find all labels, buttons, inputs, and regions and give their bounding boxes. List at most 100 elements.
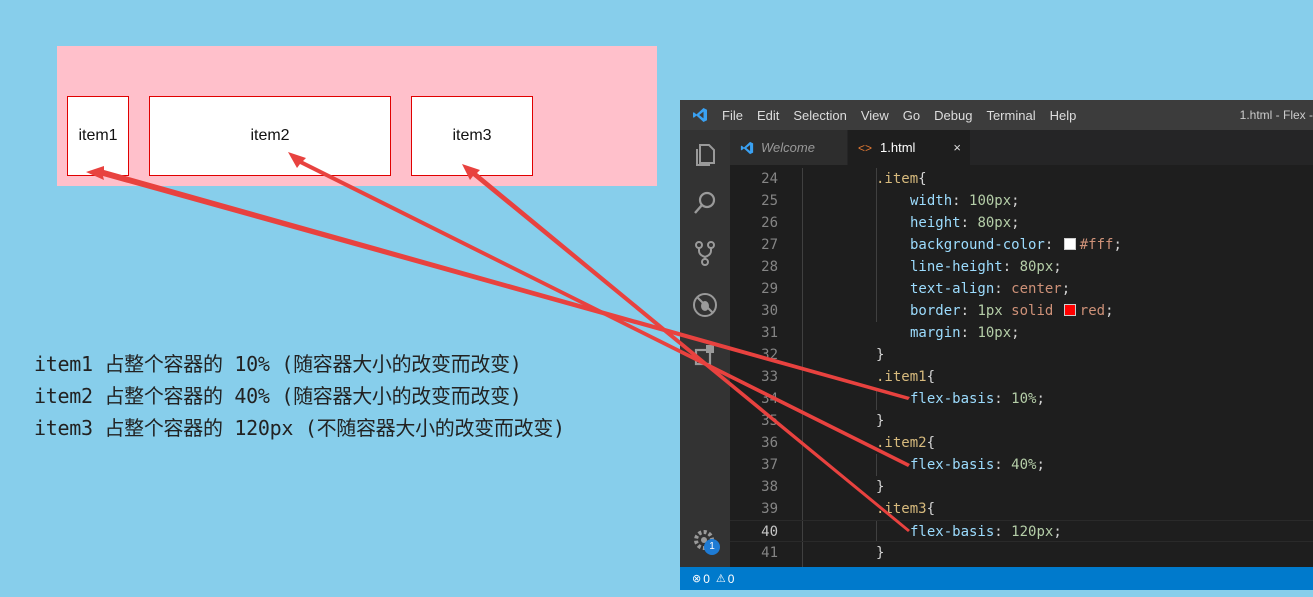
code-line: 39 .item3{: [730, 498, 1313, 520]
css-value: 1px: [977, 303, 1003, 319]
code-line: 27 background-color: #fff;: [730, 234, 1313, 256]
brace: }: [876, 545, 885, 561]
code-line: 34 flex-basis: 10%;: [730, 388, 1313, 410]
css-property: flex-basis: [910, 524, 995, 540]
code-line: 29 text-align: center;: [730, 278, 1313, 300]
source-control-icon[interactable]: [692, 240, 718, 266]
extensions-icon[interactable]: [692, 342, 718, 368]
line-number: 24: [761, 171, 778, 187]
line-number: 25: [761, 193, 778, 209]
demo-item1: item1: [67, 96, 129, 176]
css-value: 10px: [977, 325, 1012, 341]
tab-bar: Welcome <> 1.html ×: [730, 130, 1313, 165]
css-property: text-align: [910, 281, 995, 297]
css-property: background-color: [910, 237, 1045, 253]
line-number: 40: [761, 524, 778, 540]
line-number: 38: [761, 479, 778, 495]
brace: {: [926, 369, 936, 385]
css-value: 40%: [1011, 457, 1037, 473]
line-number: 35: [761, 413, 778, 429]
warning-count[interactable]: 0: [728, 572, 735, 586]
css-property: height: [910, 215, 961, 231]
line-number: 28: [761, 259, 778, 275]
notes: item1 占整个容器的 10% (随容器大小的改变而改变) item2 占整个…: [34, 348, 565, 444]
brace: }: [876, 347, 885, 363]
line-number: 41: [761, 545, 778, 561]
code-line: 38}: [730, 476, 1313, 498]
warning-icon[interactable]: ⚠: [716, 572, 726, 585]
menu-edit[interactable]: Edit: [757, 108, 779, 123]
line-number: 39: [761, 501, 778, 517]
status-bar: ⊗ 0 ⚠ 0: [680, 567, 1313, 590]
css-value: red: [1079, 303, 1106, 319]
window-title: 1.html - Flex -: [1239, 108, 1313, 122]
brace: {: [926, 501, 936, 517]
css-value: 80px: [1019, 259, 1054, 275]
flex-container: item1 item2 item3: [57, 46, 657, 186]
line-number: 34: [761, 391, 778, 407]
line-number: 26: [761, 215, 778, 231]
css-property: flex-basis: [910, 457, 995, 473]
menu-debug[interactable]: Debug: [934, 108, 972, 123]
code-area[interactable]: 24 .item{ 25 width: 100px; 26 height: 80px;…: [730, 168, 1313, 567]
menu-go[interactable]: Go: [903, 108, 920, 123]
debug-icon[interactable]: [692, 292, 718, 318]
menu-selection[interactable]: Selection: [793, 108, 846, 123]
brace: {: [926, 435, 936, 451]
css-selector: .item1: [876, 369, 927, 385]
css-property: width: [910, 193, 953, 209]
line-number: 29: [761, 281, 778, 297]
css-value: solid: [1011, 303, 1054, 319]
tab-1-html[interactable]: <> 1.html ×: [848, 130, 970, 165]
menu-help[interactable]: Help: [1050, 108, 1077, 123]
css-value: 120px: [1011, 524, 1054, 540]
line-number: 32: [761, 347, 778, 363]
css-value: center: [1011, 281, 1062, 297]
line-number: 27: [761, 237, 778, 253]
code-line: 24 .item{: [730, 168, 1313, 190]
code-line: 41}: [730, 542, 1313, 564]
code-line: 31 margin: 10px;: [730, 322, 1313, 344]
line-number: 31: [761, 325, 778, 341]
activity-bar: 1: [680, 130, 730, 567]
line-number: 33: [761, 369, 778, 385]
code-line-current: 40 flex-basis: 120px;: [730, 520, 1313, 542]
tab-welcome[interactable]: Welcome: [730, 130, 847, 165]
menu-view[interactable]: View: [861, 108, 889, 123]
error-count[interactable]: 0: [703, 572, 710, 586]
css-selector: .item: [876, 171, 919, 187]
css-value: 10%: [1011, 391, 1037, 407]
note-item1: item1 占整个容器的 10% (随容器大小的改变而改变): [34, 352, 522, 376]
html-file-icon: <>: [858, 140, 873, 155]
code-line: 37 flex-basis: 40%;: [730, 454, 1313, 476]
css-property: margin: [910, 325, 961, 341]
note-item2: item2 占整个容器的 40% (随容器大小的改变而改变): [34, 384, 522, 408]
color-swatch-red[interactable]: [1063, 304, 1076, 316]
code-line: 32}: [730, 344, 1313, 366]
demo-item3: item3: [411, 96, 533, 176]
css-value: 80px: [977, 215, 1012, 231]
line-number: 37: [761, 457, 778, 473]
code-editor-window: File Edit Selection View Go Debug Termin…: [680, 100, 1313, 590]
settings-badge: 1: [704, 539, 720, 555]
code-line: 33 .item1{: [730, 366, 1313, 388]
error-icon[interactable]: ⊗: [692, 572, 701, 585]
brace: }: [876, 479, 885, 495]
tab-welcome-label: Welcome: [761, 140, 815, 155]
css-selector: .item2: [876, 435, 927, 451]
vscode-tab-icon: [740, 141, 754, 154]
tab-close-icon[interactable]: ×: [953, 140, 961, 155]
code-line: 36 .item2{: [730, 432, 1313, 454]
menu-file[interactable]: File: [722, 108, 743, 123]
explorer-icon[interactable]: [692, 142, 718, 168]
code-line: 30 border: 1px solid red;: [730, 300, 1313, 322]
note-item3: item3 占整个容器的 120px (不随容器大小的改变而改变): [34, 416, 565, 440]
demo-item2: item2: [149, 96, 391, 176]
search-icon[interactable]: [692, 190, 718, 216]
css-property: border: [910, 303, 961, 319]
menu-terminal[interactable]: Terminal: [986, 108, 1035, 123]
color-swatch-white[interactable]: [1063, 238, 1076, 250]
code-line: 35}: [730, 410, 1313, 432]
line-number: 36: [761, 435, 778, 451]
menu-bar: File Edit Selection View Go Debug Termin…: [680, 100, 1313, 130]
